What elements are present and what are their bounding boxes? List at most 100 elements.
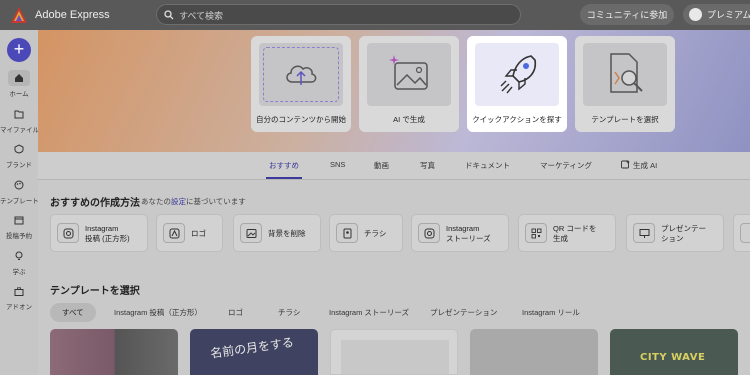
card-label: 自分のコンテンツから開始: [256, 115, 346, 124]
sidebar-item-brand[interactable]: ブランド: [0, 141, 38, 169]
search-bar[interactable]: すべて検索: [156, 4, 521, 25]
hero-banner: 自分のコンテンツから開始 AI で生成 クイックアクションを探す テンプレートを…: [38, 30, 750, 152]
filter-chip-instagram-stories[interactable]: Instagram ストーリーズ: [329, 303, 409, 322]
start-from-content-card[interactable]: 自分のコンテンツから開始: [251, 36, 351, 132]
more-item-icon: [740, 223, 750, 243]
quick-item-flyer[interactable]: チラシ: [329, 214, 403, 252]
instagram-icon: [57, 223, 79, 243]
settings-link[interactable]: 設定: [171, 197, 186, 206]
tab-document[interactable]: ドキュメント: [465, 160, 510, 171]
quick-item-label: チラシ: [364, 229, 387, 238]
premium-button[interactable]: プレミアム: [683, 4, 750, 25]
sidebar-item-label: マイファイル: [0, 127, 39, 134]
quick-item-logo[interactable]: ロゴ: [156, 214, 223, 252]
presentation-icon: [633, 223, 655, 243]
choose-template-card[interactable]: テンプレートを選択: [575, 36, 675, 132]
card-art: [475, 43, 559, 106]
sidebar-item-label: ブランド: [6, 162, 32, 169]
image-icon: [240, 223, 262, 243]
sidebar-item-label: 学ぶ: [12, 269, 26, 276]
quick-item-remove-background[interactable]: 背景を削除: [233, 214, 321, 252]
adobe-express-logo-icon[interactable]: [10, 6, 28, 24]
filter-chip-instagram-post[interactable]: Instagram 投稿（正方形）: [114, 303, 202, 322]
filter-chip-instagram-reels[interactable]: Instagram リール: [522, 303, 580, 322]
card-label: クイックアクションを探す: [472, 115, 562, 124]
quick-item-qr-code[interactable]: QR コードを 生成: [518, 214, 616, 252]
quick-item-instagram-stories[interactable]: Instagram ストーリーズ: [411, 214, 509, 252]
quick-item-more[interactable]: [733, 214, 750, 252]
sidebar-item-templates[interactable]: テンプレート: [0, 177, 39, 205]
template-thumbnail[interactable]: [50, 329, 178, 375]
tab-generative-ai[interactable]: 生成 AI: [621, 160, 657, 171]
search-input[interactable]: すべて検索: [179, 9, 223, 22]
sidebar-item-label: アドオン: [6, 304, 32, 311]
sidebar-item-schedule[interactable]: 投稿予約: [0, 212, 38, 240]
template-thumbnail[interactable]: CITY WAVE: [610, 329, 738, 375]
generative-ai-icon: [621, 160, 630, 169]
filter-chip-all[interactable]: すべて: [50, 303, 96, 322]
category-tabs: おすすめ SNS 動画 写真 ドキュメント マーケティング 生成 AI: [38, 152, 750, 180]
recommend-subtitle-suffix: に基づいています: [186, 197, 246, 206]
sidebar-item-label: 投稿予約: [6, 233, 32, 240]
template-thumbnail[interactable]: [470, 329, 598, 375]
filter-chip-logo[interactable]: ロゴ: [228, 303, 243, 322]
quick-item-label: Instagram ストーリーズ: [446, 224, 491, 244]
ai-image-icon: [389, 55, 428, 90]
lightbulb-icon: [8, 248, 30, 264]
quick-item-label-line1: QR コードを: [553, 224, 597, 233]
tab-recommended[interactable]: おすすめ: [269, 160, 299, 171]
quick-item-label-line2: ストーリーズ: [446, 234, 491, 243]
quick-item-instagram-post[interactable]: Instagram 投稿 (正方形): [50, 214, 148, 252]
quick-item-label: 背景を削除: [268, 229, 306, 238]
palette-icon: [8, 177, 30, 193]
qr-code-icon: [525, 223, 547, 243]
community-button-label: コミュニティに参加: [586, 10, 668, 20]
quick-item-label-line2: 生成: [553, 234, 568, 243]
quick-item-label: QR コードを 生成: [553, 224, 596, 244]
tab-sns[interactable]: SNS: [330, 160, 345, 169]
quick-actions-card[interactable]: クイックアクションを探す: [467, 36, 567, 132]
active-tab-indicator: [266, 177, 302, 179]
community-button[interactable]: コミュニティに参加: [580, 4, 674, 25]
sidebar-item-learn[interactable]: 学ぶ: [0, 248, 38, 276]
quick-item-label-line1: プレゼンテー: [661, 224, 706, 233]
rocket-icon: [500, 55, 537, 94]
sidebar-item-home[interactable]: ホーム: [0, 70, 38, 98]
sidebar-item-label: テンプレート: [0, 198, 39, 205]
crown-icon: [689, 8, 702, 21]
template-thumbnail-text: CITY WAVE: [640, 352, 706, 363]
sidebar-item-addons[interactable]: アドオン: [0, 283, 38, 311]
quick-item-presentation[interactable]: プレゼンテー ション: [626, 214, 724, 252]
card-art: [259, 43, 343, 106]
quick-item-label: Instagram 投稿 (正方形): [85, 224, 130, 244]
briefcase-icon: [8, 283, 30, 299]
template-thumbnail-art: [341, 340, 449, 374]
template-search-icon: [610, 53, 643, 93]
tab-photo[interactable]: 写真: [420, 160, 435, 171]
filter-chip-presentation[interactable]: プレゼンテーション: [430, 303, 497, 322]
recommend-subtitle: あなたの設定に基づいています: [141, 196, 246, 207]
instagram-icon: [418, 223, 440, 243]
calendar-icon: [8, 212, 30, 228]
tab-video[interactable]: 動画: [374, 160, 389, 171]
filter-chip-flyer[interactable]: チラシ: [278, 303, 300, 322]
card-art: [367, 43, 451, 106]
create-new-button[interactable]: +: [7, 38, 31, 62]
card-label: AI で生成: [393, 115, 425, 124]
cloud-upload-icon: [286, 65, 317, 85]
app-title: Adobe Express: [35, 9, 110, 21]
card-label: テンプレートを選択: [591, 115, 659, 124]
tab-marketing[interactable]: マーケティング: [540, 160, 592, 171]
template-thumbnail[interactable]: [330, 329, 458, 375]
sidebar-item-my-files[interactable]: マイファイル: [0, 106, 39, 134]
logo-icon: [163, 223, 185, 243]
search-icon: [164, 10, 174, 20]
recommend-subtitle-prefix: あなたの: [141, 197, 171, 206]
quick-item-label-line1: Instagram: [446, 224, 480, 233]
quick-item-label: ロゴ: [191, 229, 206, 238]
generate-with-ai-card[interactable]: AI で生成: [359, 36, 459, 132]
folder-icon: [8, 106, 30, 122]
quick-item-label-line2: 投稿 (正方形): [85, 234, 130, 243]
template-thumbnail[interactable]: 名前の月をする: [190, 329, 318, 375]
premium-button-label: プレミアム: [707, 10, 750, 20]
